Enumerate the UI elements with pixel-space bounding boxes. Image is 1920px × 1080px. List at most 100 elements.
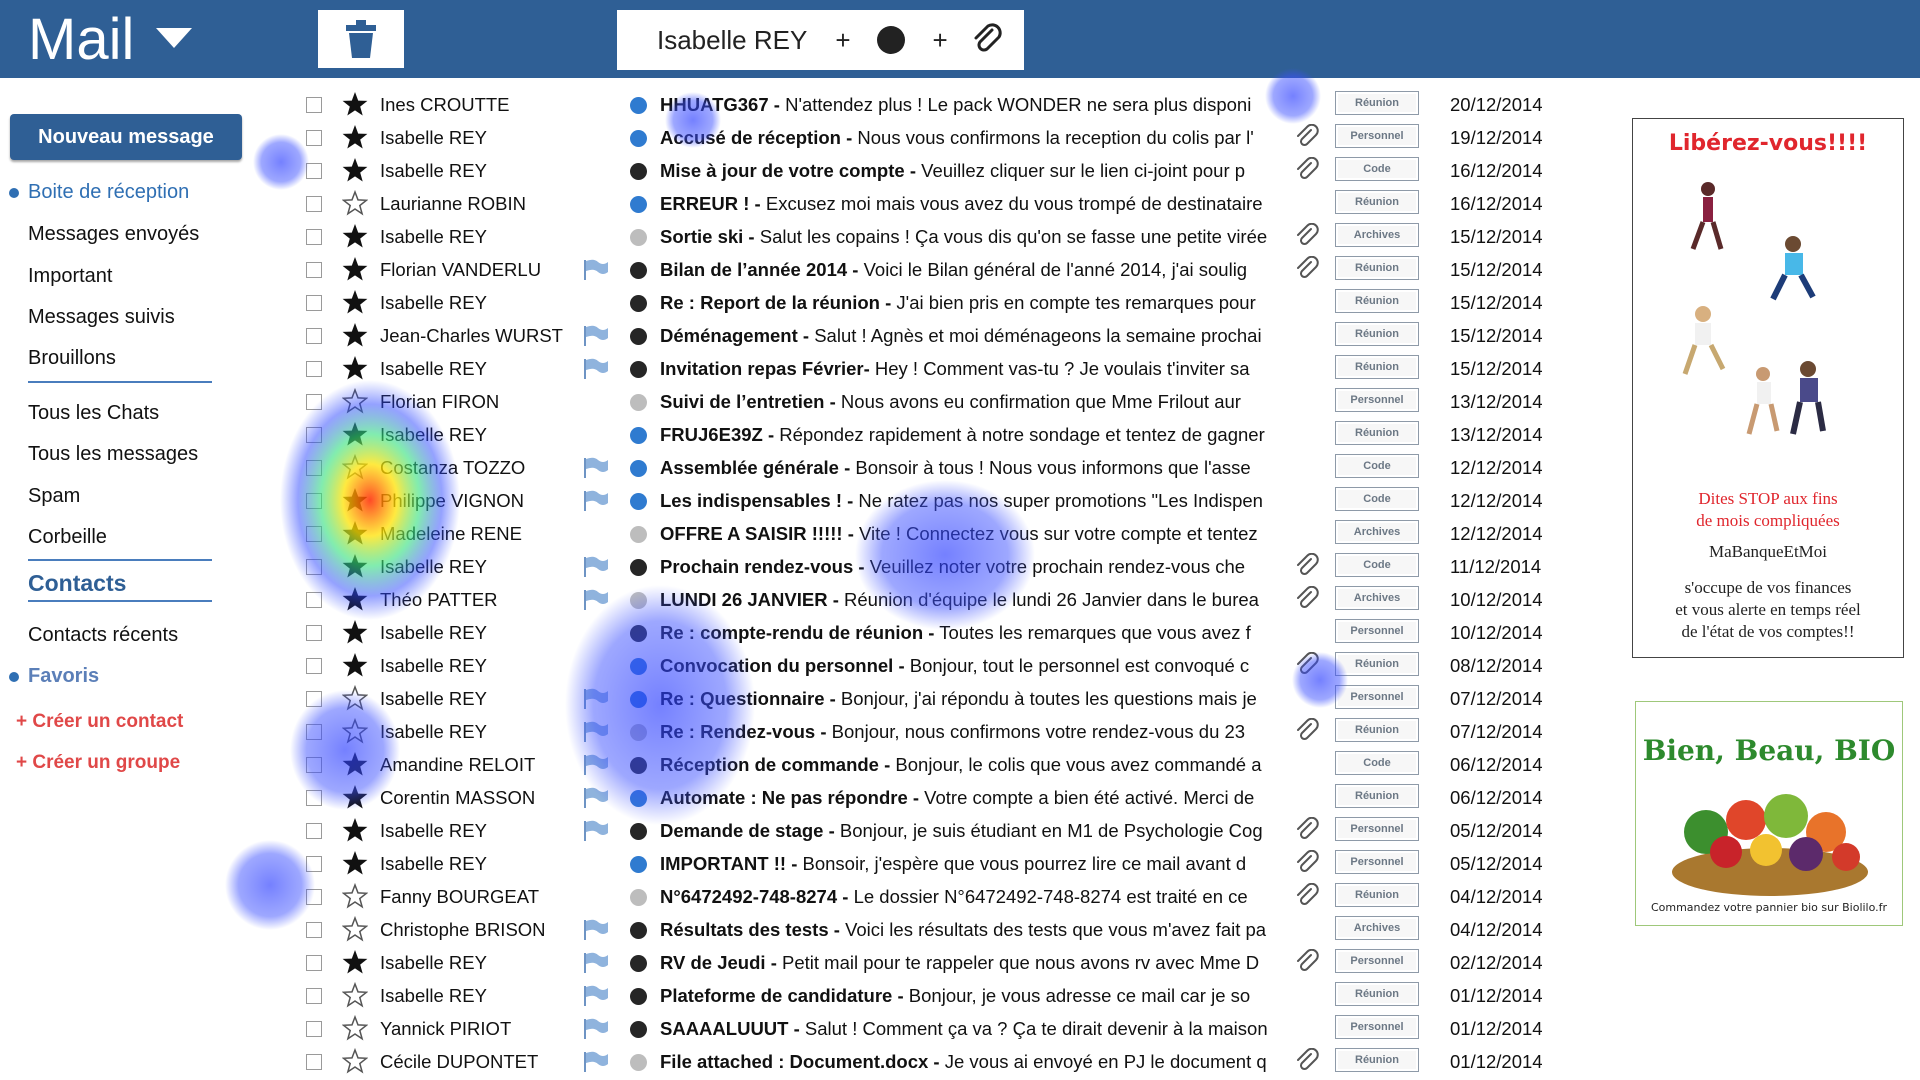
sidebar-item-trash[interactable]: Corbeille: [28, 526, 107, 549]
flag-icon[interactable]: [582, 259, 610, 281]
select-checkbox[interactable]: [306, 427, 322, 443]
category-tag[interactable]: Archives: [1335, 916, 1419, 940]
mail-row[interactable]: Yannick PIRIOT SAAAALUUUT - Salut ! Comme…: [300, 1012, 1560, 1045]
status-dot-icon[interactable]: [630, 790, 647, 807]
status-dot-icon[interactable]: [630, 97, 647, 114]
delete-button[interactable]: [318, 10, 404, 68]
select-checkbox[interactable]: [306, 691, 322, 707]
sidebar-item-recent-contacts[interactable]: Contacts récents: [28, 624, 178, 647]
sidebar-item-inbox[interactable]: Boite de réception: [28, 181, 189, 204]
new-message-button[interactable]: Nouveau message: [10, 114, 242, 160]
category-tag[interactable]: Code: [1335, 751, 1419, 775]
paperclip-icon[interactable]: [1294, 586, 1322, 612]
mail-subject[interactable]: RV de Jeudi - Petit mail pour te rappele…: [660, 952, 1320, 974]
mail-subject[interactable]: Prochain rendez-vous - Veuillez noter vo…: [660, 556, 1320, 578]
star-outline-icon[interactable]: [342, 190, 368, 216]
status-dot-icon[interactable]: [630, 856, 647, 873]
status-dot-icon[interactable]: [630, 658, 647, 675]
paperclip-icon[interactable]: [1294, 817, 1322, 843]
mail-row[interactable]: Florian VANDERLU Bilan de l’année 2014 - …: [300, 253, 1560, 286]
paperclip-icon[interactable]: [1294, 652, 1322, 678]
mail-subject[interactable]: Bilan de l’année 2014 - Voici le Bilan g…: [660, 259, 1320, 281]
star-filled-icon[interactable]: [342, 817, 368, 843]
status-dot-icon[interactable]: [630, 361, 647, 378]
star-filled-icon[interactable]: [342, 157, 368, 183]
status-dot-icon[interactable]: [630, 493, 647, 510]
sidebar-item-followed[interactable]: Messages suivis: [28, 306, 175, 329]
active-filter[interactable]: Isabelle REY + +: [617, 10, 1024, 70]
status-dot-icon[interactable]: [630, 295, 647, 312]
mail-subject[interactable]: FRUJ6E39Z - Répondez rapidement à notre …: [660, 424, 1320, 446]
select-checkbox[interactable]: [306, 493, 322, 509]
mail-subject[interactable]: Suivi de l’entretien - Nous avons eu con…: [660, 391, 1320, 413]
status-dot-icon[interactable]: [630, 691, 647, 708]
mail-row[interactable]: Philippe VIGNON Les indispensables ! - Ne…: [300, 484, 1560, 517]
category-tag[interactable]: Réunion: [1335, 652, 1419, 676]
star-outline-icon[interactable]: [342, 718, 368, 744]
mail-row[interactable]: Isabelle REY Plateforme de candidature - …: [300, 979, 1560, 1012]
mail-row[interactable]: Isabelle REY Re : compte-rendu de réunion…: [300, 616, 1560, 649]
mail-row[interactable]: Ines CROUTTE HHUATG367 - N'attendez plus …: [300, 88, 1560, 121]
flag-icon[interactable]: [582, 556, 610, 578]
status-dot-icon[interactable]: [630, 757, 647, 774]
flag-icon[interactable]: [582, 820, 610, 842]
mail-subject[interactable]: Assemblée générale - Bonsoir à tous ! No…: [660, 457, 1320, 479]
flag-icon[interactable]: [582, 688, 610, 710]
mail-subject[interactable]: Déménagement - Salut ! Agnès et moi démé…: [660, 325, 1320, 347]
status-dot-icon[interactable]: [630, 427, 647, 444]
status-dot-icon[interactable]: [630, 889, 647, 906]
mail-row[interactable]: Isabelle REY Re : Questionnaire - Bonjour…: [300, 682, 1560, 715]
select-checkbox[interactable]: [306, 724, 322, 740]
category-tag[interactable]: Personnel: [1335, 949, 1419, 973]
select-checkbox[interactable]: [306, 361, 322, 377]
star-outline-icon[interactable]: [342, 685, 368, 711]
flag-icon[interactable]: [582, 1051, 610, 1073]
mail-row[interactable]: Isabelle REY IMPORTANT !! - Bonsoir, j'es…: [300, 847, 1560, 880]
status-dot-icon[interactable]: [630, 229, 647, 246]
flag-icon[interactable]: [582, 952, 610, 974]
contacts-heading[interactable]: Contacts: [28, 570, 126, 597]
star-filled-icon[interactable]: [342, 751, 368, 777]
mail-row[interactable]: Costanza TOZZO Assemblée générale - Bonso…: [300, 451, 1560, 484]
select-checkbox[interactable]: [306, 625, 322, 641]
mail-row[interactable]: Isabelle REY Accusé de réception - Nous v…: [300, 121, 1560, 154]
flag-icon[interactable]: [582, 919, 610, 941]
category-tag[interactable]: Personnel: [1335, 1015, 1419, 1039]
mail-subject[interactable]: Réception de commande - Bonjour, le coli…: [660, 754, 1320, 776]
paperclip-icon[interactable]: [1294, 124, 1322, 150]
category-tag[interactable]: Réunion: [1335, 718, 1419, 742]
select-checkbox[interactable]: [306, 658, 322, 674]
status-dot-icon[interactable]: [630, 328, 647, 345]
paperclip-icon[interactable]: [1294, 223, 1322, 249]
star-outline-icon[interactable]: [342, 982, 368, 1008]
mail-subject[interactable]: LUNDI 26 JANVIER - Réunion d'équipe le l…: [660, 589, 1320, 611]
category-tag[interactable]: Archives: [1335, 223, 1419, 247]
star-filled-icon[interactable]: [342, 553, 368, 579]
mail-subject[interactable]: Demande de stage - Bonjour, je suis étud…: [660, 820, 1320, 842]
paperclip-icon[interactable]: [1294, 157, 1322, 183]
star-filled-icon[interactable]: [342, 619, 368, 645]
category-tag[interactable]: Code: [1335, 157, 1419, 181]
star-filled-icon[interactable]: [342, 322, 368, 348]
mail-subject[interactable]: HHUATG367 - N'attendez plus ! Le pack WO…: [660, 94, 1320, 116]
star-filled-icon[interactable]: [342, 421, 368, 447]
flag-icon[interactable]: [582, 721, 610, 743]
sidebar-item-sent[interactable]: Messages envoyés: [28, 223, 199, 246]
status-dot-icon[interactable]: [630, 988, 647, 1005]
select-checkbox[interactable]: [306, 262, 322, 278]
status-dot-icon[interactable]: [630, 922, 647, 939]
mail-subject[interactable]: Re : Rendez-vous - Bonjour, nous confirm…: [660, 721, 1320, 743]
paperclip-icon[interactable]: [1294, 850, 1322, 876]
mail-row[interactable]: Christophe BRISON Résultats des tests - V…: [300, 913, 1560, 946]
select-checkbox[interactable]: [306, 1054, 322, 1070]
mail-row[interactable]: Isabelle REY Re : Rendez-vous - Bonjour, …: [300, 715, 1560, 748]
status-dot-icon[interactable]: [630, 1054, 647, 1071]
mail-row[interactable]: Isabelle REY Sortie ski - Salut les copai…: [300, 220, 1560, 253]
category-tag[interactable]: Réunion: [1335, 256, 1419, 280]
mail-subject[interactable]: Plateforme de candidature - Bonjour, je …: [660, 985, 1320, 1007]
status-dot-icon[interactable]: [630, 592, 647, 609]
select-checkbox[interactable]: [306, 328, 322, 344]
star-filled-icon[interactable]: [342, 256, 368, 282]
category-tag[interactable]: Archives: [1335, 586, 1419, 610]
mail-row[interactable]: Florian FIRON Suivi de l’entretien - Nous…: [300, 385, 1560, 418]
